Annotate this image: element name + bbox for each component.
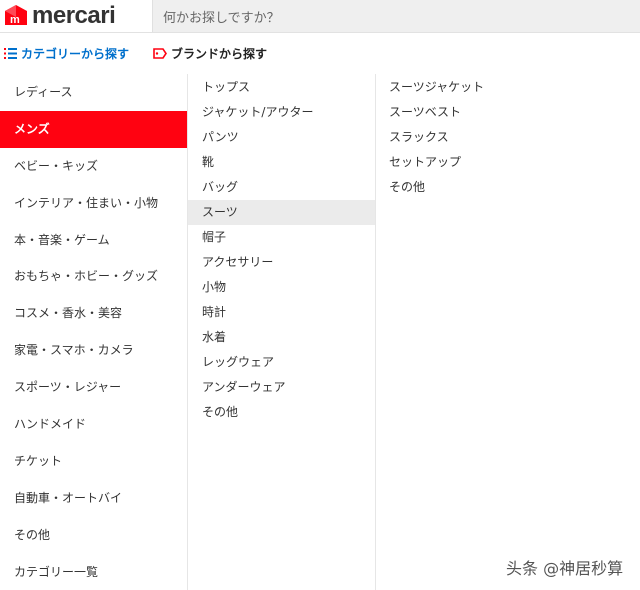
subcategory-item[interactable]: その他 [188, 400, 375, 425]
category-item[interactable]: レディース [0, 74, 187, 111]
subcategory-item[interactable]: スーツ [188, 200, 375, 225]
subcategory-list: トップス ジャケット/アウター パンツ靴バッグ スーツ 帽子 アクセサリー 小物 時計 水着 レッ… [187, 74, 376, 590]
search-input[interactable]: 何かお探しですか？ [152, 0, 640, 32]
item-type-item[interactable]: スーツジャケット [375, 75, 640, 100]
item-type-item[interactable]: その他 [375, 175, 640, 200]
svg-text:m: m [10, 14, 20, 26]
subcategory-item[interactable]: 水着 [188, 325, 375, 350]
category-item[interactable]: コスメ・香水・美容 [0, 295, 187, 332]
category-item[interactable]: カテゴリー一覧 [0, 554, 187, 590]
item-type-item[interactable]: スーツベスト [375, 100, 640, 125]
subcategory-item[interactable]: レッグウェア [188, 350, 375, 375]
category-item[interactable]: メンズ [0, 110, 187, 148]
subcategory-item[interactable]: ジャケット/アウター [188, 100, 375, 125]
item-type-item[interactable]: スラックス [375, 125, 640, 150]
category-item[interactable]: インテリア・住まい・小物 [0, 185, 187, 222]
category-item[interactable]: 本・音楽・ゲーム [0, 222, 187, 259]
top-bar: m mercari 何かお探しですか？ [0, 0, 640, 33]
subcategory-item[interactable]: 靴 [188, 150, 375, 175]
subcategory-item[interactable]: 帽子 [188, 225, 375, 250]
subcategory-item[interactable]: アクセサリー [188, 250, 375, 275]
watermark: 头条 @神居秒算 [506, 559, 624, 578]
category-list: レディース メンズ ベビー・キッズ インテリア・住まい・小物 本・音楽・ゲーム おもちゃ・… [0, 74, 187, 590]
subcategory-item[interactable]: トップス [188, 75, 375, 100]
category-item[interactable]: スポーツ・レジャー [0, 369, 187, 406]
item-type-list: スーツジャケット スーツベスト スラックス セットアップ その他 [375, 74, 640, 590]
tag-icon [153, 47, 167, 59]
category-nav: カテゴリーから探す ブランドから探す [0, 33, 640, 73]
category-item[interactable]: ベビー・キッズ [0, 148, 187, 185]
subcategory-item[interactable]: パンツ [188, 125, 375, 150]
mercari-m-icon: m [2, 3, 30, 29]
category-item[interactable]: チケット [0, 443, 187, 480]
category-item[interactable]: ハンドメイド [0, 406, 187, 443]
category-item[interactable]: その他 [0, 517, 187, 554]
mercari-logo[interactable]: m mercari [2, 2, 116, 30]
category-item[interactable]: おもちゃ・ホビー・グッズ [0, 258, 187, 295]
subcategory-item[interactable]: バッグ [188, 175, 375, 200]
subcategory-item[interactable]: アンダーウェア [188, 375, 375, 400]
category-search-label: カテゴリーから探す [21, 46, 130, 61]
logo-text: mercari [32, 2, 116, 29]
brand-search-link[interactable]: ブランドから探す [153, 45, 267, 62]
category-item[interactable]: 自動車・オートバイ [0, 480, 187, 517]
brand-search-label: ブランドから探す [171, 46, 268, 61]
subcategory-item[interactable]: 時計 [188, 300, 375, 325]
list-icon [4, 47, 17, 59]
subcategory-item[interactable]: 小物 [188, 275, 375, 300]
category-item[interactable]: 家電・スマホ・カメラ [0, 332, 187, 369]
item-type-item[interactable]: セットアップ [375, 150, 640, 175]
category-search-link[interactable]: カテゴリーから探す [4, 45, 129, 62]
